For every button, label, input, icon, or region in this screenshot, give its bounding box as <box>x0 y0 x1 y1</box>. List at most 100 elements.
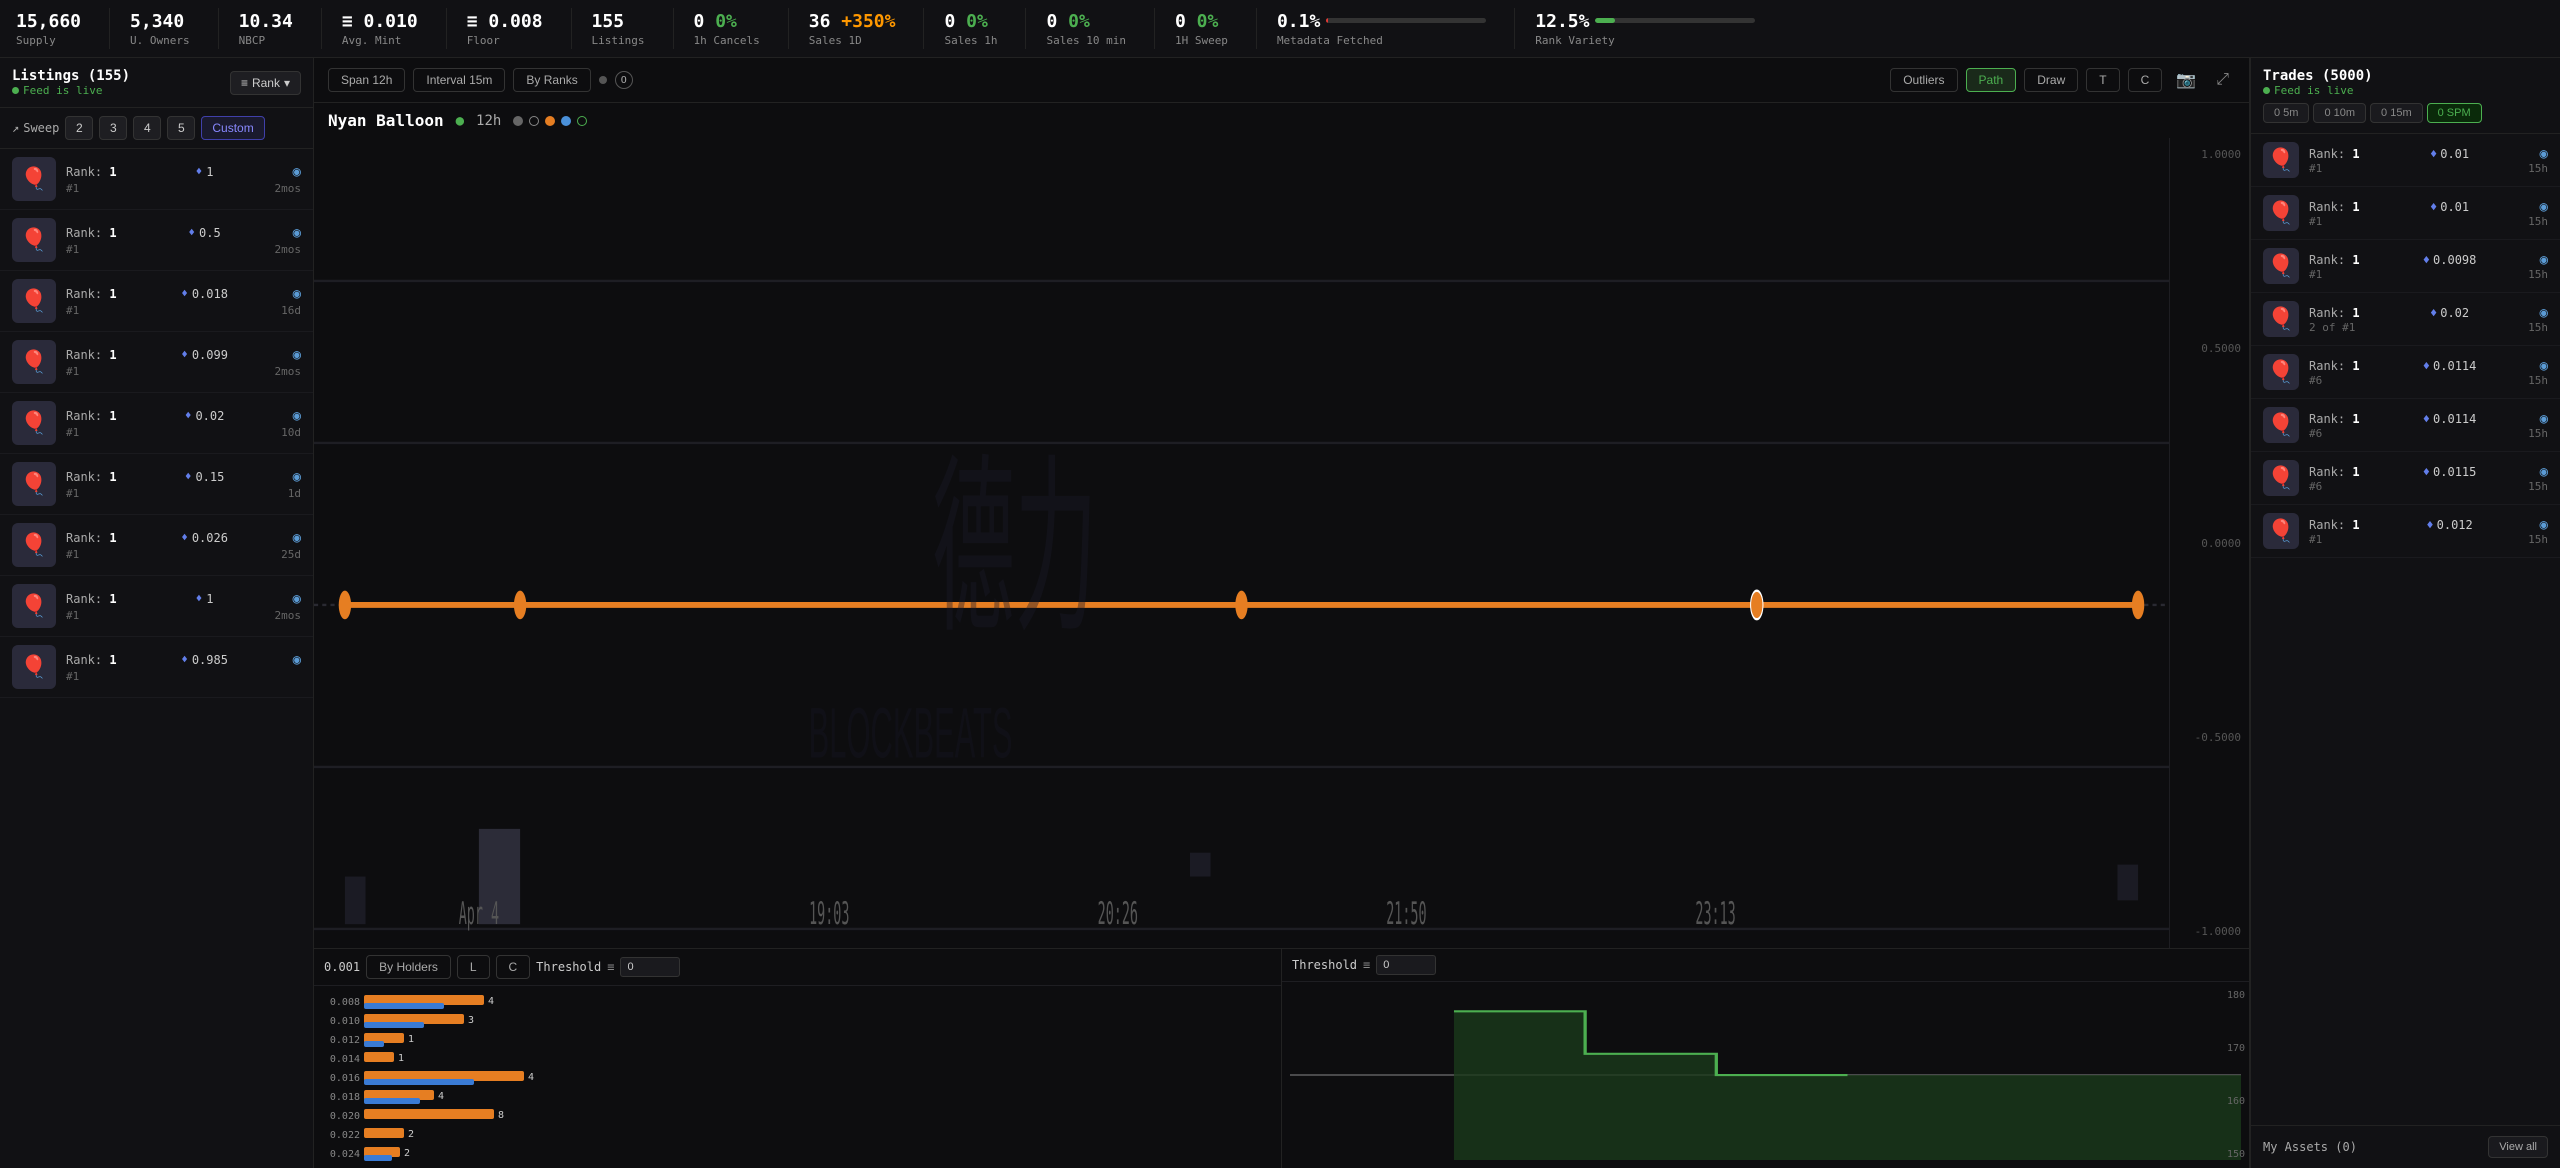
listing-item[interactable]: 🎈 Rank: 1 ♦0.5 ◉ #1 2mos <box>0 210 313 271</box>
trades-title: Trades (5000) <box>2263 68 2548 84</box>
trade-hash: #1 <box>2309 533 2322 546</box>
trade-time: 15h <box>2528 427 2548 440</box>
threshold-input-left[interactable] <box>620 957 680 977</box>
stats-bar: 15,660 Supply 5,340 U. Owners 10.34 NBCP… <box>0 0 2560 58</box>
trade-item[interactable]: 🎈 Rank: 1 ♦0.01 ◉ #1 15h <box>2251 134 2560 187</box>
bar-track: 3 <box>364 1013 1273 1029</box>
trade-item[interactable]: 🎈 Rank: 1 ♦0.02 ◉ 2 of #1 15h <box>2251 293 2560 346</box>
sweep-custom-button[interactable]: Custom <box>201 116 264 140</box>
t-button[interactable]: T <box>2086 68 2119 92</box>
listing-item[interactable]: 🎈 Rank: 1 ♦0.099 ◉ #1 2mos <box>0 332 313 393</box>
trade-item[interactable]: 🎈 Rank: 1 ♦0.0114 ◉ #6 15h <box>2251 399 2560 452</box>
rank-row: Rank: 1 ♦0.026 ◉ <box>66 530 301 546</box>
stat-nbcp-label: NBCP <box>239 34 293 47</box>
l-button[interactable]: L <box>457 955 490 979</box>
by-ranks-button[interactable]: By Ranks <box>513 68 590 92</box>
trade-rank-row: Rank: 1 ♦0.0115 ◉ <box>2309 464 2548 480</box>
trade-item[interactable]: 🎈 Rank: 1 ♦0.0114 ◉ #6 15h <box>2251 346 2560 399</box>
listing-list: 🎈 Rank: 1 ♦1 ◉ #1 2mos 🎈 Rank: 1 ♦0.5 ◉ … <box>0 149 313 1168</box>
chart-canvas: 德力 BLOCKBEATS Apr 4 19:03 20:26 21:50 23… <box>314 138 2249 948</box>
bar-row: 0.008 4 <box>322 994 1273 1010</box>
stat-floor: ≡ 0.008 Floor <box>467 0 571 57</box>
trade-item[interactable]: 🎈 Rank: 1 ♦0.0098 ◉ #1 15h <box>2251 240 2560 293</box>
hash-rank: #1 <box>66 609 79 622</box>
stat-u-owners-value: 5,340 <box>130 11 190 32</box>
threshold-input-right[interactable] <box>1376 955 1436 975</box>
bar-label: 0.018 <box>322 1092 360 1103</box>
svg-text:BLOCKBEATS: BLOCKBEATS <box>809 693 1013 773</box>
listing-item[interactable]: 🎈 Rank: 1 ♦0.02 ◉ #1 10d <box>0 393 313 454</box>
path-button[interactable]: Path <box>1966 68 2017 92</box>
stat-sales-10m-value: 0 0% <box>1046 11 1125 32</box>
outliers-button[interactable]: Outliers <box>1890 68 1957 92</box>
stat-sales-1d-label: Sales 1D <box>809 34 896 47</box>
bar-count: 4 <box>488 996 494 1007</box>
y-axis-label-5: -1.0000 <box>2178 925 2241 938</box>
rank-button[interactable]: ≡ Rank ▾ <box>230 71 301 95</box>
nft-thumbnail: 🎈 <box>2263 513 2299 549</box>
c-button-left[interactable]: C <box>496 955 531 979</box>
chart-svg: 德力 BLOCKBEATS Apr 4 19:03 20:26 21:50 23… <box>314 138 2169 948</box>
listing-item[interactable]: 🎈 Rank: 1 ♦0.026 ◉ #1 25d <box>0 515 313 576</box>
trade-price: ♦0.0098 <box>2423 253 2477 267</box>
listing-info: Rank: 1 ♦0.026 ◉ #1 25d <box>66 530 301 561</box>
tab-10m[interactable]: 0 10m <box>2313 103 2366 123</box>
tab-spm[interactable]: 0 SPM <box>2427 103 2482 123</box>
listing-item[interactable]: 🎈 Rank: 1 ♦1 ◉ #1 2mos <box>0 149 313 210</box>
legend-dot-3 <box>545 116 555 126</box>
trade-price: ♦0.01 <box>2430 200 2469 214</box>
dot-indicator[interactable] <box>599 76 607 84</box>
threshold-icon-right: ≡ <box>1363 958 1370 972</box>
bar-count: 4 <box>528 1072 534 1083</box>
stat-u-owners-label: U. Owners <box>130 34 190 47</box>
divider-5 <box>571 8 572 49</box>
rank-variety-label: Rank Variety <box>1535 34 1755 47</box>
live-dot <box>12 87 19 94</box>
camera-icon[interactable]: 📷 <box>2170 68 2202 92</box>
chevron-down-icon: ▾ <box>284 76 290 90</box>
sweep-controls: ↗ Sweep 2 3 4 5 Custom <box>0 108 313 149</box>
span-button[interactable]: Span 12h <box>328 68 405 92</box>
tab-5m[interactable]: 0 5m <box>2263 103 2309 123</box>
sweep-num-3[interactable]: 3 <box>99 116 127 140</box>
bar-row: 0.024 2 <box>322 1146 1273 1162</box>
rank-text: Rank: 1 <box>66 653 117 667</box>
view-all-button[interactable]: View all <box>2488 1136 2548 1158</box>
right-chart-svg <box>1290 990 2241 1160</box>
tab-15m[interactable]: 0 15m <box>2370 103 2423 123</box>
trade-price: ♦0.01 <box>2430 147 2469 161</box>
trades-live-dot <box>2263 87 2270 94</box>
listing-item[interactable]: 🎈 Rank: 1 ♦0.018 ◉ #1 16d <box>0 271 313 332</box>
by-holders-button[interactable]: By Holders <box>366 955 451 979</box>
bar-count: 3 <box>468 1015 474 1026</box>
nft-thumbnail: 🎈 <box>12 218 56 262</box>
trade-info: Rank: 1 ♦0.02 ◉ 2 of #1 15h <box>2309 305 2548 334</box>
o-button[interactable]: O <box>615 71 633 89</box>
my-assets-label: My Assets (0) <box>2263 1140 2357 1154</box>
fullscreen-icon[interactable]: ⤢ <box>2210 69 2235 91</box>
sweep-num-2[interactable]: 2 <box>65 116 93 140</box>
bar-track: 2 <box>364 1127 1273 1143</box>
draw-button[interactable]: Draw <box>2024 68 2078 92</box>
trade-item[interactable]: 🎈 Rank: 1 ♦0.012 ◉ #1 15h <box>2251 505 2560 558</box>
trade-item[interactable]: 🎈 Rank: 1 ♦0.01 ◉ #1 15h <box>2251 187 2560 240</box>
trade-info: Rank: 1 ♦0.012 ◉ #1 15h <box>2309 517 2548 546</box>
listing-info: Rank: 1 ♦0.099 ◉ #1 2mos <box>66 347 301 378</box>
stat-sweep-1h-value: 0 0% <box>1175 11 1228 32</box>
sweep-num-4[interactable]: 4 <box>133 116 161 140</box>
listing-item[interactable]: 🎈 Rank: 1 ♦0.985 ◉ #1 <box>0 637 313 698</box>
bar-fill-blue <box>364 1098 420 1104</box>
stat-sales-1h: 0 0% Sales 1h <box>944 0 1025 57</box>
sweep-num-5[interactable]: 5 <box>167 116 195 140</box>
c-button[interactable]: C <box>2128 68 2163 92</box>
trade-item[interactable]: 🎈 Rank: 1 ♦0.0115 ◉ #6 15h <box>2251 452 2560 505</box>
bar-label: 0.014 <box>322 1054 360 1065</box>
price-value: ♦0.15 <box>185 470 225 484</box>
interval-button[interactable]: Interval 15m <box>413 68 505 92</box>
stat-u-owners: 5,340 U. Owners <box>130 0 218 57</box>
trade-time: 15h <box>2528 533 2548 546</box>
stat-avg-mint-value: ≡ 0.010 <box>342 11 418 32</box>
listing-item[interactable]: 🎈 Rank: 1 ♦1 ◉ #1 2mos <box>0 576 313 637</box>
time-value: 10d <box>281 426 301 439</box>
listing-item[interactable]: 🎈 Rank: 1 ♦0.15 ◉ #1 1d <box>0 454 313 515</box>
